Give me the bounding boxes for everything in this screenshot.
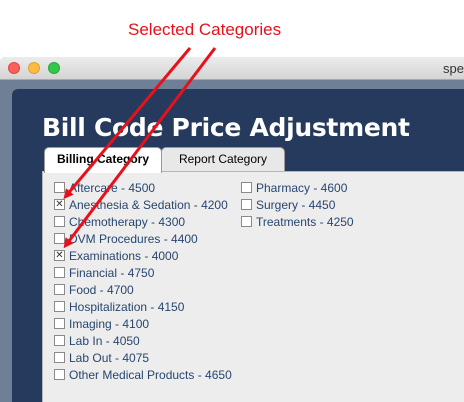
category-label: Hospitalization - 4150: [69, 299, 185, 314]
category-label: Lab In - 4050: [69, 333, 140, 348]
category-other-medical-products[interactable]: Other Medical Products - 4650: [54, 366, 232, 383]
checkbox[interactable]: [54, 318, 65, 329]
category-label: Food - 4700: [69, 282, 134, 297]
category-examinations[interactable]: ✕ Examinations - 4000: [54, 247, 178, 264]
checkbox[interactable]: [54, 284, 65, 295]
checkbox-checked[interactable]: ✕: [54, 250, 65, 261]
category-label: Other Medical Products - 4650: [69, 367, 232, 382]
annotation-label: Selected Categories: [128, 20, 282, 39]
checkbox[interactable]: [54, 267, 65, 278]
checkbox[interactable]: [54, 182, 65, 193]
checkbox[interactable]: [241, 216, 252, 227]
category-label: Aftercare - 4500: [69, 180, 156, 195]
checkbox[interactable]: [54, 369, 65, 380]
checkbox[interactable]: [54, 233, 65, 244]
checkbox[interactable]: [241, 199, 252, 210]
category-treatments[interactable]: Treatments - 4250: [241, 213, 354, 230]
checkbox-checked[interactable]: ✕: [54, 199, 65, 210]
page-title: Bill Code Price Adjustment: [42, 113, 410, 142]
category-label: Anesthesia & Sedation - 4200: [69, 197, 228, 212]
category-label: Imaging - 4100: [69, 316, 150, 331]
title-bar: spe: [0, 57, 464, 80]
category-aftercare[interactable]: Aftercare - 4500: [54, 179, 155, 196]
category-label: Chemotherapy - 4300: [69, 214, 186, 229]
category-label: Pharmacy - 4600: [256, 180, 348, 195]
category-label: DVM Procedures - 4400: [69, 231, 198, 246]
category-chemotherapy[interactable]: Chemotherapy - 4300: [54, 213, 185, 230]
category-hospitalization[interactable]: Hospitalization - 4150: [54, 298, 184, 315]
category-label: Examinations - 4000: [69, 248, 179, 263]
category-anesthesia[interactable]: ✕ Anesthesia & Sedation - 4200: [54, 196, 228, 213]
category-label: Lab Out - 4075: [69, 350, 150, 365]
maximize-window-button[interactable]: [48, 62, 60, 74]
category-pharmacy[interactable]: Pharmacy - 4600: [241, 179, 347, 196]
category-lab-out[interactable]: Lab Out - 4075: [54, 349, 149, 366]
tab-report-category[interactable]: Report Category: [161, 147, 285, 171]
checkbox[interactable]: [54, 301, 65, 312]
category-dvm-procedures[interactable]: DVM Procedures - 4400: [54, 230, 198, 247]
category-financial[interactable]: Financial - 4750: [54, 264, 154, 281]
checkbox[interactable]: [54, 216, 65, 227]
checkbox[interactable]: [241, 182, 252, 193]
checkbox[interactable]: [54, 352, 65, 363]
window-title: spe: [443, 61, 464, 76]
category-label: Surgery - 4450: [256, 197, 336, 212]
category-lab-in[interactable]: Lab In - 4050: [54, 332, 140, 349]
category-label: Financial - 4750: [69, 265, 155, 280]
category-imaging[interactable]: Imaging - 4100: [54, 315, 149, 332]
category-food[interactable]: Food - 4700: [54, 281, 134, 298]
minimize-window-button[interactable]: [28, 62, 40, 74]
checkbox[interactable]: [54, 335, 65, 346]
category-surgery[interactable]: Surgery - 4450: [241, 196, 335, 213]
category-label: Treatments - 4250: [256, 214, 354, 229]
tab-billing-category[interactable]: Billing Category: [44, 147, 162, 173]
close-window-button[interactable]: [8, 62, 20, 74]
